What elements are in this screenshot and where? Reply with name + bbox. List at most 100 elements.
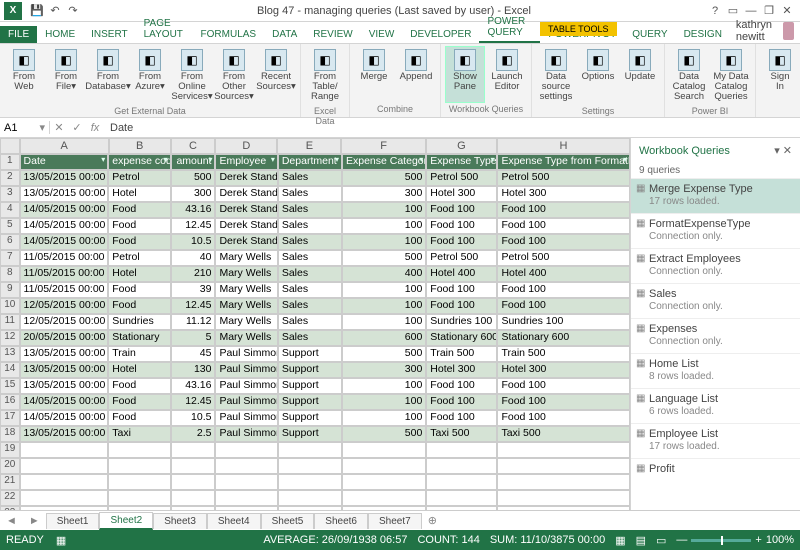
row-header[interactable]: 1: [0, 154, 20, 170]
cell[interactable]: [171, 442, 216, 458]
cell[interactable]: 100: [342, 314, 426, 330]
cell[interactable]: [497, 458, 630, 474]
cell[interactable]: Food 100: [497, 298, 630, 314]
cell[interactable]: 500: [342, 426, 426, 442]
table-row[interactable]: 1Dateexpense codeamountEmployeeDepartmen…: [0, 154, 630, 170]
view-layout-icon[interactable]: ▤: [636, 534, 646, 547]
cell[interactable]: Sales: [278, 330, 342, 346]
cell[interactable]: [215, 474, 277, 490]
cell[interactable]: Hotel 300: [426, 186, 497, 202]
cell[interactable]: Petrol 500: [497, 170, 630, 186]
cell[interactable]: [20, 442, 109, 458]
cell[interactable]: [108, 490, 170, 506]
cell[interactable]: [342, 490, 426, 506]
table-row[interactable]: 19: [0, 442, 630, 458]
tab-view[interactable]: VIEW: [361, 26, 403, 43]
cell[interactable]: [171, 458, 216, 474]
cell[interactable]: Hotel: [108, 186, 170, 202]
cell[interactable]: Sales: [278, 218, 342, 234]
merge-button[interactable]: ◧Merge: [354, 46, 394, 103]
pane-pin-icon[interactable]: ▾: [774, 145, 780, 157]
cell[interactable]: Train: [108, 346, 170, 362]
cell[interactable]: [497, 442, 630, 458]
cell[interactable]: Hotel 300: [497, 186, 630, 202]
cell[interactable]: Petrol 500: [497, 250, 630, 266]
row-header[interactable]: 18: [0, 426, 20, 442]
row-header[interactable]: 23: [0, 506, 20, 510]
cell[interactable]: Support: [278, 346, 342, 362]
col-header-H[interactable]: H: [497, 138, 630, 154]
cell[interactable]: Hotel 300: [497, 362, 630, 378]
undo-icon[interactable]: ↶: [48, 4, 62, 17]
cell[interactable]: Paul Simmons: [215, 426, 277, 442]
cell[interactable]: 13/05/2015 00:00: [20, 346, 109, 362]
table-row[interactable]: 1813/05/2015 00:00Taxi2.5Paul SimmonsSup…: [0, 426, 630, 442]
cell[interactable]: [108, 506, 170, 510]
cell[interactable]: Derek Stand: [215, 202, 277, 218]
cell[interactable]: Sundries 100: [426, 314, 497, 330]
from-online-button[interactable]: ◧From Online Services▾: [172, 46, 212, 105]
cell[interactable]: 14/05/2015 00:00: [20, 394, 109, 410]
cell[interactable]: [426, 458, 497, 474]
cell[interactable]: [215, 458, 277, 474]
cell[interactable]: Hotel 300: [426, 362, 497, 378]
cell[interactable]: [278, 442, 342, 458]
cell[interactable]: 11/05/2015 00:00: [20, 250, 109, 266]
cell[interactable]: 12.45: [171, 298, 216, 314]
query-item[interactable]: FormatExpenseTypeConnection only.: [631, 213, 800, 248]
row-header[interactable]: 21: [0, 474, 20, 490]
cell[interactable]: 210: [171, 266, 216, 282]
cell[interactable]: [278, 506, 342, 510]
row-header[interactable]: 14: [0, 362, 20, 378]
tab-developer[interactable]: DEVELOPER: [402, 26, 479, 43]
from-other-button[interactable]: ◧From Other Sources▾: [214, 46, 254, 105]
cell[interactable]: Food 100: [426, 394, 497, 410]
cell[interactable]: [171, 506, 216, 510]
cell[interactable]: 14/05/2015 00:00: [20, 410, 109, 426]
cell[interactable]: 300: [342, 362, 426, 378]
minimize-icon[interactable]: —: [742, 5, 760, 17]
table-row[interactable]: 1714/05/2015 00:00Food10.5Paul SimmonsSu…: [0, 410, 630, 426]
save-icon[interactable]: 💾: [30, 4, 44, 17]
cell[interactable]: [20, 458, 109, 474]
cell[interactable]: Sundries 100: [497, 314, 630, 330]
sheet-tab-sheet3[interactable]: Sheet3: [153, 513, 207, 529]
col-header-B[interactable]: B: [109, 138, 171, 154]
data-catalog-button[interactable]: ◧Data Catalog Search: [669, 46, 709, 105]
col-header-C[interactable]: C: [171, 138, 216, 154]
row-header[interactable]: 17: [0, 410, 20, 426]
from-table--button[interactable]: ◧From Table/ Range: [305, 46, 345, 105]
cell[interactable]: 13/05/2015 00:00: [20, 378, 109, 394]
cell[interactable]: 500: [342, 170, 426, 186]
cell[interactable]: amount: [171, 154, 216, 170]
cell[interactable]: Food 100: [497, 394, 630, 410]
cell[interactable]: 100: [342, 218, 426, 234]
cell[interactable]: Paul Simmons: [215, 362, 277, 378]
cell[interactable]: Hotel 400: [497, 266, 630, 282]
view-normal-icon[interactable]: ▦: [615, 534, 625, 547]
cell[interactable]: Food 100: [497, 218, 630, 234]
table-row[interactable]: 1220/05/2015 00:00Stationary5Mary WellsS…: [0, 330, 630, 346]
cell[interactable]: [171, 490, 216, 506]
zoom-slider[interactable]: —+100%: [676, 534, 794, 546]
cell[interactable]: [497, 474, 630, 490]
sheet-tab-sheet6[interactable]: Sheet6: [314, 513, 368, 529]
redo-icon[interactable]: ↷: [66, 4, 80, 17]
col-header-G[interactable]: G: [426, 138, 497, 154]
cell[interactable]: [215, 506, 277, 510]
cell[interactable]: Hotel: [108, 362, 170, 378]
update-button[interactable]: ◧Update: [620, 46, 660, 105]
formula-input[interactable]: Date: [104, 122, 139, 134]
query-item[interactable]: Merge Expense Type17 rows loaded.: [631, 178, 800, 213]
table-row[interactable]: 811/05/2015 00:00Hotel210Mary WellsSales…: [0, 266, 630, 282]
cell[interactable]: 600: [342, 330, 426, 346]
cell[interactable]: Hotel 400: [426, 266, 497, 282]
from-button[interactable]: ◧From Azure▾: [130, 46, 170, 105]
cell[interactable]: Food 100: [426, 298, 497, 314]
show-button[interactable]: ◧Show Pane: [445, 46, 485, 103]
cell[interactable]: Mary Wells: [215, 282, 277, 298]
cell[interactable]: 20/05/2015 00:00: [20, 330, 109, 346]
cell[interactable]: Food: [108, 202, 170, 218]
cell[interactable]: [278, 474, 342, 490]
cell[interactable]: Mary Wells: [215, 330, 277, 346]
